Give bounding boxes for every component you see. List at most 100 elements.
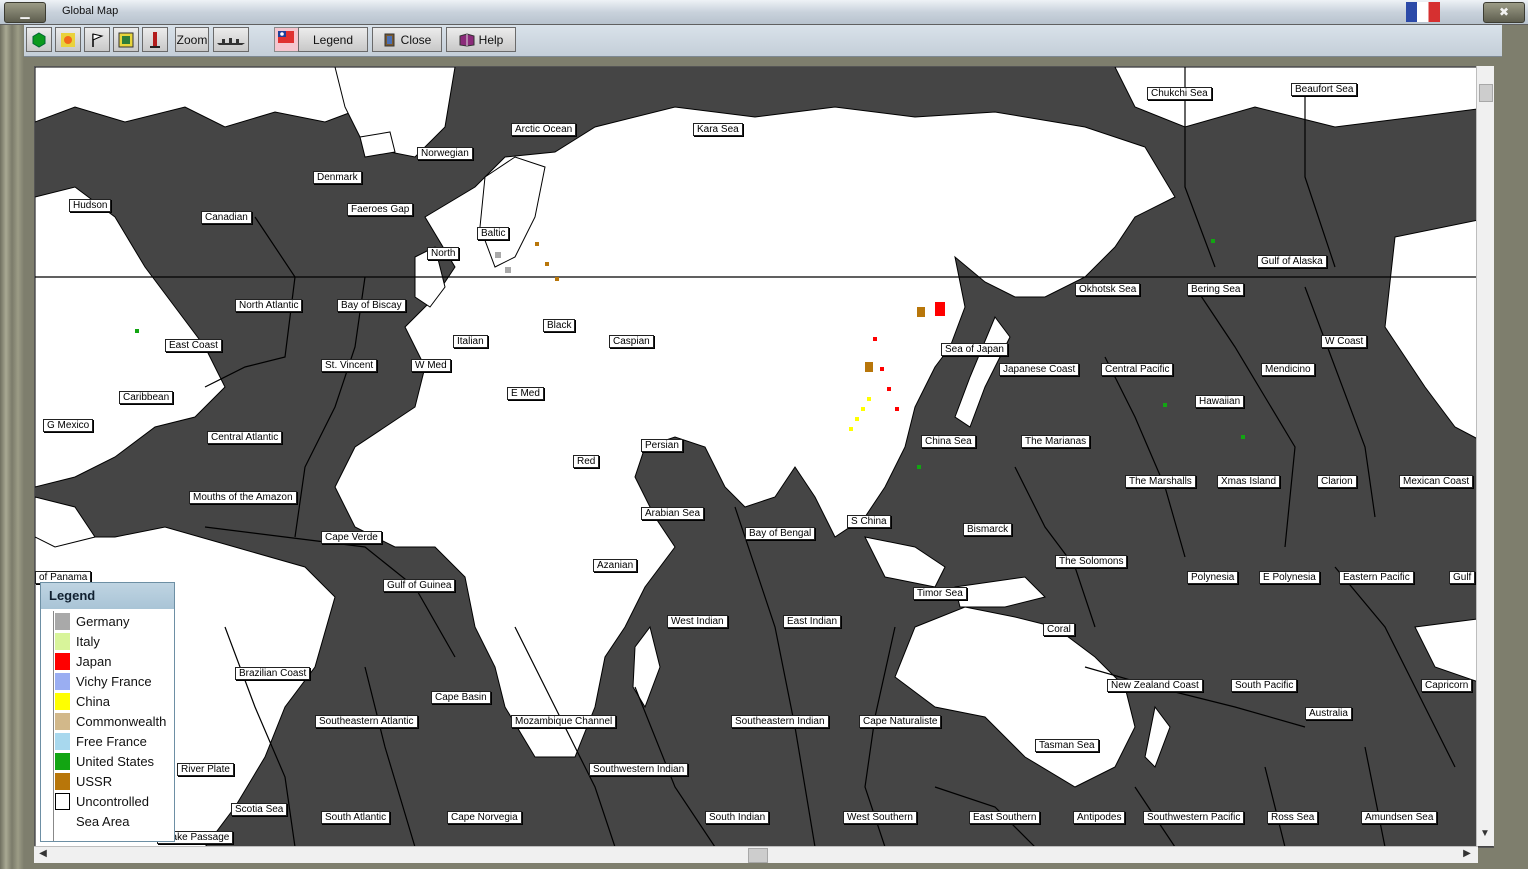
- region-label[interactable]: Clarion: [1317, 475, 1357, 488]
- region-label[interactable]: Chukchi Sea: [1147, 87, 1212, 100]
- region-label[interactable]: Hudson: [69, 199, 112, 212]
- region-label[interactable]: Southeastern Indian: [731, 715, 829, 728]
- region-label[interactable]: Gulf of Guinea: [383, 579, 456, 592]
- help-button[interactable]: Help: [446, 27, 516, 52]
- region-label[interactable]: Kara Sea: [693, 123, 743, 136]
- region-label[interactable]: Southwestern Indian: [589, 763, 689, 776]
- region-label[interactable]: Baltic: [477, 227, 510, 240]
- region-label[interactable]: Australia: [1305, 707, 1352, 720]
- region-label[interactable]: St. Vincent: [321, 359, 378, 372]
- region-label[interactable]: Red: [573, 455, 600, 468]
- region-label[interactable]: Faeroes Gap: [347, 203, 414, 216]
- region-label[interactable]: Beaufort Sea: [1291, 83, 1358, 96]
- region-label[interactable]: Brazilian Coast: [235, 667, 311, 680]
- scroll-down-icon[interactable]: ▼: [1478, 828, 1492, 839]
- region-label[interactable]: Canadian: [201, 211, 252, 224]
- region-label[interactable]: Bismarck: [963, 523, 1013, 536]
- region-label[interactable]: Cape Norvegia: [447, 811, 522, 824]
- region-label[interactable]: S China: [847, 515, 891, 528]
- region-label[interactable]: Hawaiian: [1195, 395, 1245, 408]
- region-label[interactable]: Denmark: [313, 171, 362, 184]
- region-label[interactable]: South Indian: [705, 811, 770, 824]
- frame-button[interactable]: [113, 27, 139, 52]
- region-label[interactable]: Gulf: [1449, 571, 1476, 584]
- region-label[interactable]: The Solomons: [1055, 555, 1128, 568]
- region-label[interactable]: Japanese Coast: [999, 363, 1080, 376]
- pillar-button[interactable]: [142, 27, 168, 52]
- region-label[interactable]: Sea of Japan: [941, 343, 1008, 356]
- region-label[interactable]: Arabian Sea: [641, 507, 705, 520]
- region-label[interactable]: W Coast: [1321, 335, 1368, 348]
- region-label[interactable]: Polynesia: [1187, 571, 1239, 584]
- region-label[interactable]: Xmas Island: [1217, 475, 1281, 488]
- region-label[interactable]: Capricorn: [1421, 679, 1473, 692]
- region-label[interactable]: Antipodes: [1073, 811, 1126, 824]
- region-label[interactable]: New Zealand Coast: [1107, 679, 1203, 692]
- region-label[interactable]: Scotia Sea: [231, 803, 288, 816]
- region-label[interactable]: W Med: [411, 359, 451, 372]
- region-label[interactable]: Black: [543, 319, 576, 332]
- region-label[interactable]: West Southern: [843, 811, 917, 824]
- region-label[interactable]: Caribbean: [119, 391, 174, 404]
- region-label[interactable]: Norwegian: [417, 147, 473, 160]
- region-label[interactable]: Southeastern Atlantic: [315, 715, 418, 728]
- hexagon-button[interactable]: [26, 27, 52, 52]
- region-label[interactable]: Central Atlantic: [207, 431, 283, 444]
- region-label[interactable]: Mendicino: [1261, 363, 1315, 376]
- world-map[interactable]: [35, 67, 1493, 847]
- zoom-button[interactable]: Zoom: [175, 27, 209, 52]
- region-label[interactable]: G Mexico: [43, 419, 94, 432]
- region-label[interactable]: Arctic Ocean: [511, 123, 577, 136]
- region-label[interactable]: Mozambique Channel: [511, 715, 617, 728]
- vertical-scrollbar[interactable]: ▼: [1476, 66, 1494, 846]
- region-label[interactable]: Gulf of Alaska: [1257, 255, 1327, 268]
- region-label[interactable]: The Marshalls: [1125, 475, 1196, 488]
- close-button[interactable]: Close: [372, 27, 442, 52]
- region-label[interactable]: Eastern Pacific: [1339, 571, 1414, 584]
- region-label[interactable]: Caspian: [609, 335, 654, 348]
- title-bar[interactable]: ▁ Global Map ✖: [0, 0, 1528, 25]
- legend-button[interactable]: Legend: [298, 27, 368, 52]
- region-label[interactable]: Cape Basin: [431, 691, 491, 704]
- region-label[interactable]: Ross Sea: [1267, 811, 1319, 824]
- region-label[interactable]: South Pacific: [1231, 679, 1298, 692]
- region-label[interactable]: Cape Naturaliste: [859, 715, 942, 728]
- region-label[interactable]: E Med: [507, 387, 544, 400]
- region-label[interactable]: Azanian: [593, 559, 638, 572]
- region-label[interactable]: River Plate: [177, 763, 234, 776]
- region-label[interactable]: Tasman Sea: [1035, 739, 1099, 752]
- ships-button[interactable]: [213, 27, 249, 52]
- region-label[interactable]: The Marianas: [1021, 435, 1091, 448]
- region-label[interactable]: East Southern: [969, 811, 1041, 824]
- region-label[interactable]: South Atlantic: [321, 811, 391, 824]
- region-label[interactable]: Okhotsk Sea: [1075, 283, 1141, 296]
- close-window-button[interactable]: ✖: [1483, 2, 1525, 23]
- region-label[interactable]: Cape Verde: [321, 531, 382, 544]
- region-label[interactable]: North Atlantic: [235, 299, 303, 312]
- region-label[interactable]: Southwestern Pacific: [1143, 811, 1245, 824]
- region-label[interactable]: Central Pacific: [1101, 363, 1174, 376]
- scroll-right-icon[interactable]: ▶: [1460, 848, 1474, 859]
- region-label[interactable]: Bay of Biscay: [337, 299, 406, 312]
- flag-button[interactable]: [84, 27, 110, 52]
- sun-button[interactable]: [55, 27, 81, 52]
- region-label[interactable]: Amundsen Sea: [1361, 811, 1438, 824]
- region-label[interactable]: Persian: [641, 439, 683, 452]
- region-label[interactable]: Italian: [453, 335, 488, 348]
- horizontal-scroll-thumb[interactable]: [748, 848, 768, 863]
- region-label[interactable]: Bay of Bengal: [745, 527, 816, 540]
- region-label[interactable]: Coral: [1043, 623, 1075, 636]
- region-label[interactable]: Mouths of the Amazon: [189, 491, 297, 504]
- region-label[interactable]: E Polynesia: [1259, 571, 1320, 584]
- horizontal-scrollbar[interactable]: ◀ ▶: [34, 846, 1478, 863]
- region-label[interactable]: Bering Sea: [1187, 283, 1245, 296]
- region-label[interactable]: Mexican Coast: [1399, 475, 1474, 488]
- vertical-scroll-thumb[interactable]: [1479, 84, 1493, 102]
- region-label[interactable]: East Indian: [783, 615, 842, 628]
- scroll-left-icon[interactable]: ◀: [36, 848, 50, 859]
- map-viewport[interactable]: Arctic Ocean Kara Sea Chukchi Sea Beaufo…: [34, 66, 1494, 848]
- region-label[interactable]: West Indian: [667, 615, 728, 628]
- region-label[interactable]: Timor Sea: [913, 587, 967, 600]
- region-label[interactable]: North: [427, 247, 460, 260]
- region-label[interactable]: China Sea: [921, 435, 976, 448]
